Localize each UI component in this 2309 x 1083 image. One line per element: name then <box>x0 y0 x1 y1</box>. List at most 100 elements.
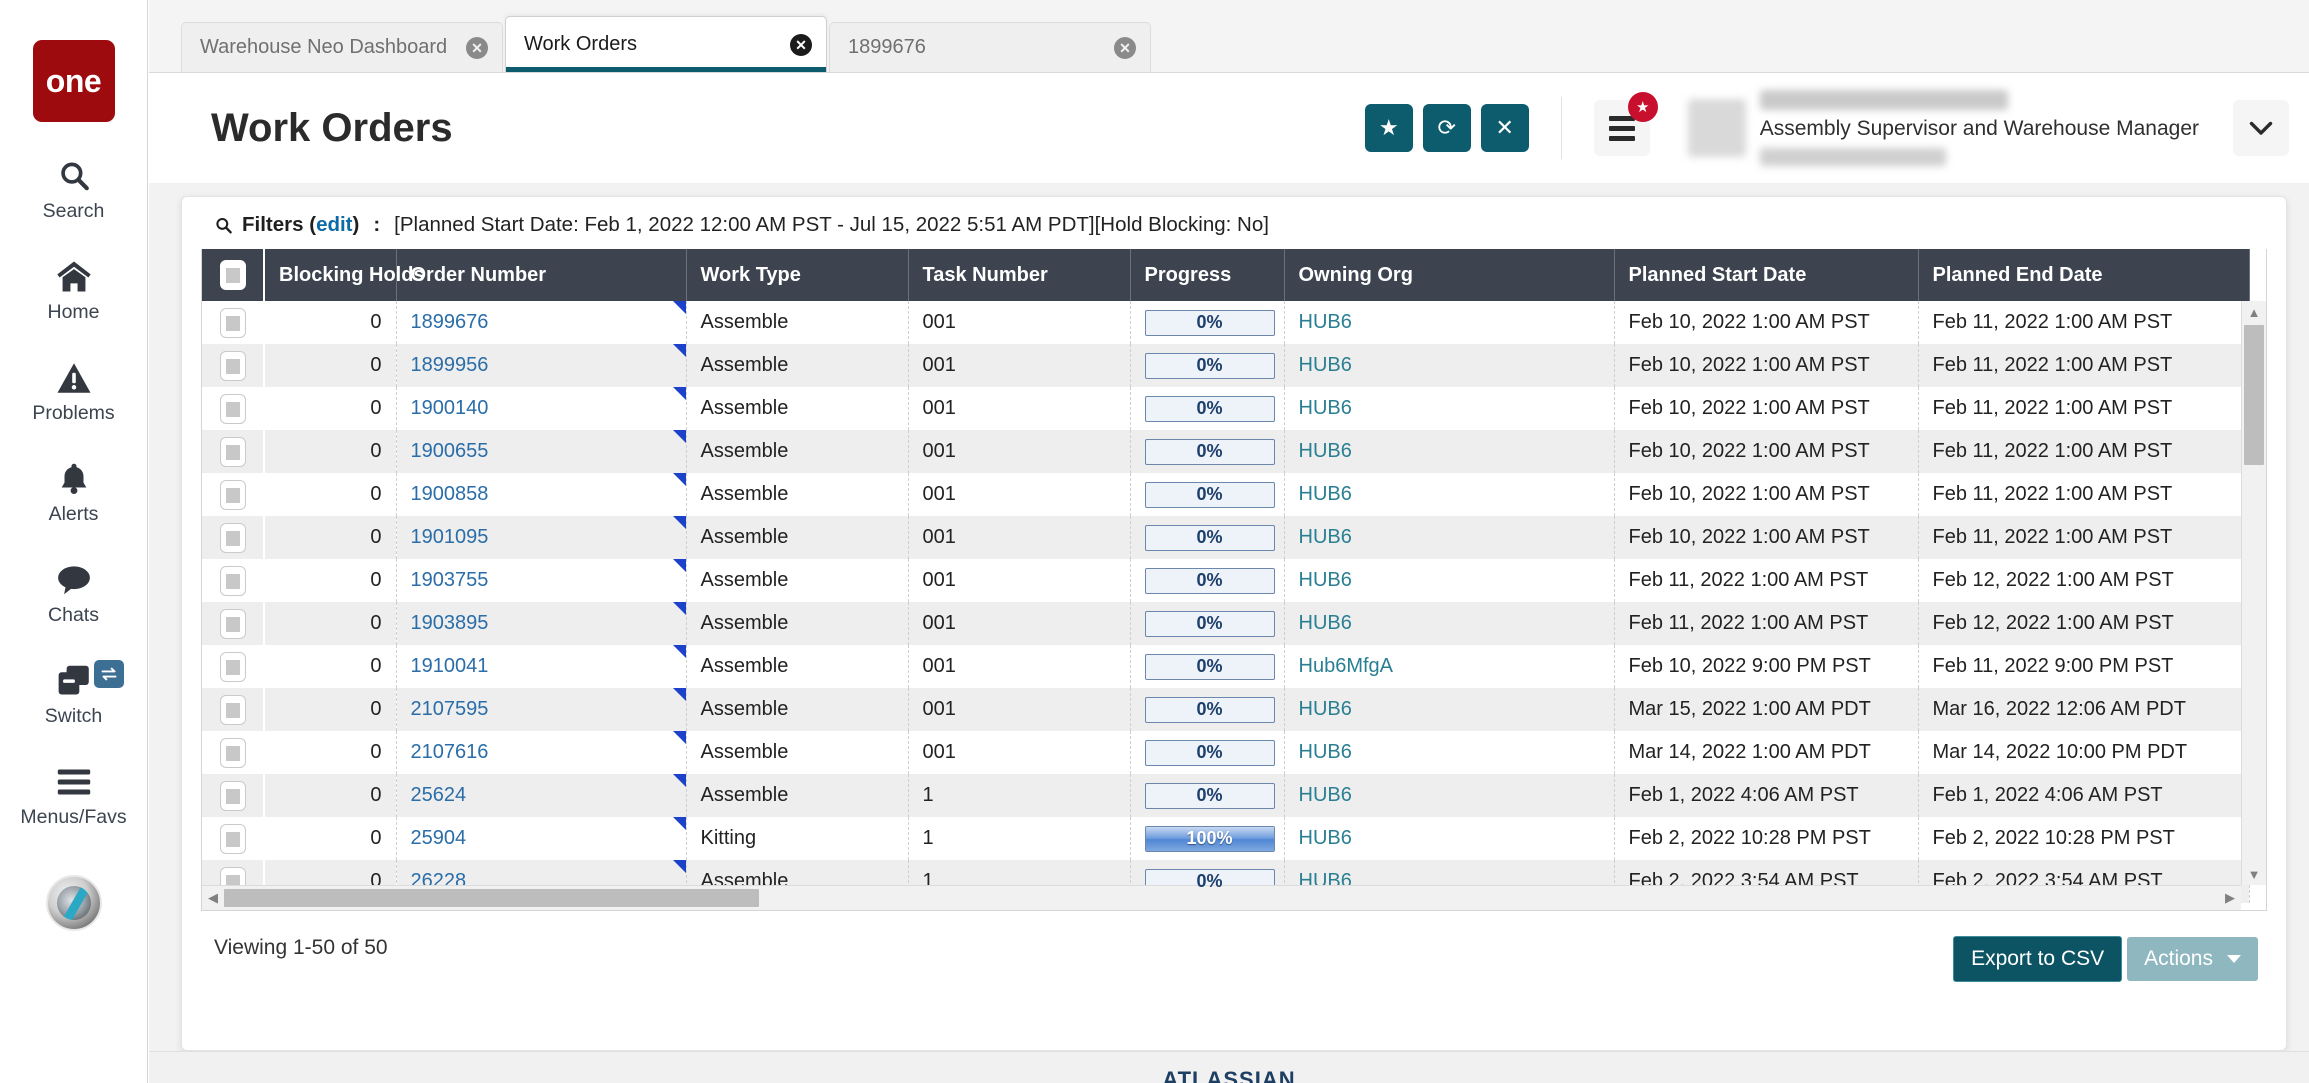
column-header-planned-start-date[interactable]: Planned Start Date <box>1614 249 1918 301</box>
row-checkbox[interactable] <box>220 308 246 338</box>
table-row[interactable]: 02107616Assemble0010%HUB6Mar 14, 2022 1:… <box>202 731 2249 774</box>
row-checkbox[interactable] <box>220 480 246 510</box>
swap-arrows-icon[interactable] <box>94 660 124 688</box>
cell-owning-org[interactable]: HUB6 <box>1284 430 1614 473</box>
cell-owning-org[interactable]: HUB6 <box>1284 602 1614 645</box>
close-circle-icon[interactable]: ✕ <box>466 37 488 59</box>
favorite-button[interactable]: ★ <box>1365 104 1413 152</box>
row-checkbox[interactable] <box>220 738 246 768</box>
row-checkbox-cell[interactable] <box>202 731 264 774</box>
row-checkbox-cell[interactable] <box>202 817 264 860</box>
table-row[interactable]: 01900655Assemble0010%HUB6Feb 10, 2022 1:… <box>202 430 2249 473</box>
user-profile[interactable]: Assembly Supervisor and Warehouse Manage… <box>1688 90 2295 166</box>
owning-org-link[interactable]: HUB6 <box>1299 397 1352 419</box>
select-all-header[interactable] <box>202 249 264 301</box>
row-checkbox-cell[interactable] <box>202 516 264 559</box>
cell-order-number[interactable]: 25624 <box>396 774 686 817</box>
cell-owning-org[interactable]: HUB6 <box>1284 817 1614 860</box>
export-to-csv-button[interactable]: Export to CSV <box>1953 936 2122 982</box>
robot-avatar-icon[interactable] <box>46 875 102 931</box>
table-row[interactable]: 01910041Assemble0010%Hub6MfgAFeb 10, 202… <box>202 645 2249 688</box>
menu-button[interactable]: ★ <box>1594 100 1650 156</box>
cell-owning-org[interactable]: HUB6 <box>1284 516 1614 559</box>
row-checkbox[interactable] <box>220 437 246 467</box>
order-number-link[interactable]: 1910041 <box>411 655 489 677</box>
owning-org-link[interactable]: HUB6 <box>1299 698 1352 720</box>
cell-order-number[interactable]: 1903755 <box>396 559 686 602</box>
scroll-up-icon[interactable]: ▲ <box>2242 301 2266 323</box>
row-checkbox[interactable] <box>220 652 246 682</box>
cell-order-number[interactable]: 1901095 <box>396 516 686 559</box>
scroll-down-icon[interactable]: ▼ <box>2242 863 2266 885</box>
tab-1899676[interactable]: 1899676 ✕ <box>829 22 1151 72</box>
order-number-link[interactable]: 1899956 <box>411 354 489 376</box>
owning-org-link[interactable]: HUB6 <box>1299 354 1352 376</box>
cell-owning-org[interactable]: HUB6 <box>1284 301 1614 344</box>
row-checkbox[interactable] <box>220 781 246 811</box>
owning-org-link[interactable]: HUB6 <box>1299 784 1352 806</box>
row-checkbox[interactable] <box>220 695 246 725</box>
sidebar-item-menus-favs[interactable]: Menus/Favs <box>0 761 148 829</box>
cell-order-number[interactable]: 1900655 <box>396 430 686 473</box>
cell-owning-org[interactable]: HUB6 <box>1284 731 1614 774</box>
tab-work-orders[interactable]: Work Orders ✕ <box>505 16 827 72</box>
sidebar-item-search[interactable]: Search <box>0 155 148 223</box>
owning-org-link[interactable]: HUB6 <box>1299 827 1352 849</box>
owning-org-link[interactable]: HUB6 <box>1299 741 1352 763</box>
column-header-order-number[interactable]: Order Number <box>396 249 686 301</box>
owning-org-link[interactable]: HUB6 <box>1299 440 1352 462</box>
table-row[interactable]: 01900140Assemble0010%HUB6Feb 10, 2022 1:… <box>202 387 2249 430</box>
actions-button[interactable]: Actions <box>2127 937 2258 981</box>
row-checkbox-cell[interactable] <box>202 774 264 817</box>
order-number-link[interactable]: 1903755 <box>411 569 489 591</box>
row-checkbox[interactable] <box>220 523 246 553</box>
select-all-checkbox[interactable] <box>220 260 246 290</box>
cell-owning-org[interactable]: HUB6 <box>1284 387 1614 430</box>
column-header-work-type[interactable]: Work Type <box>686 249 908 301</box>
order-number-link[interactable]: 25904 <box>411 827 467 849</box>
vertical-scroll-thumb[interactable] <box>2244 325 2264 465</box>
row-checkbox-cell[interactable] <box>202 430 264 473</box>
cell-order-number[interactable]: 2107595 <box>396 688 686 731</box>
cell-owning-org[interactable]: HUB6 <box>1284 774 1614 817</box>
table-row[interactable]: 025624Assemble10%HUB6Feb 1, 2022 4:06 AM… <box>202 774 2249 817</box>
row-checkbox-cell[interactable] <box>202 344 264 387</box>
close-circle-icon[interactable]: ✕ <box>790 34 812 56</box>
table-row[interactable]: 025904Kitting1100%HUB6Feb 2, 2022 10:28 … <box>202 817 2249 860</box>
owning-org-link[interactable]: HUB6 <box>1299 526 1352 548</box>
order-number-link[interactable]: 1901095 <box>411 526 489 548</box>
close-circle-icon[interactable]: ✕ <box>1114 37 1136 59</box>
order-number-link[interactable]: 1900140 <box>411 397 489 419</box>
cell-order-number[interactable]: 1900140 <box>396 387 686 430</box>
table-row[interactable]: 01900858Assemble0010%HUB6Feb 10, 2022 1:… <box>202 473 2249 516</box>
row-checkbox-cell[interactable] <box>202 387 264 430</box>
sidebar-item-home[interactable]: Home <box>0 256 148 324</box>
row-checkbox-cell[interactable] <box>202 688 264 731</box>
row-checkbox[interactable] <box>220 824 246 854</box>
cell-owning-org[interactable]: HUB6 <box>1284 344 1614 387</box>
column-header-task-number[interactable]: Task Number <box>908 249 1130 301</box>
order-number-link[interactable]: 2107616 <box>411 741 489 763</box>
column-header-planned-end-date[interactable]: Planned End Date <box>1918 249 2249 301</box>
close-button[interactable]: ✕ <box>1481 104 1529 152</box>
column-header-owning-org[interactable]: Owning Org <box>1284 249 1614 301</box>
row-checkbox-cell[interactable] <box>202 301 264 344</box>
sidebar-item-switch[interactable]: Switch <box>0 660 148 728</box>
row-checkbox-cell[interactable] <box>202 473 264 516</box>
chevron-down-icon[interactable] <box>2233 100 2289 156</box>
table-row[interactable]: 01899676Assemble0010%HUB6Feb 10, 2022 1:… <box>202 301 2249 344</box>
refresh-button[interactable]: ⟳ <box>1423 104 1471 152</box>
cell-owning-org[interactable]: Hub6MfgA <box>1284 645 1614 688</box>
cell-order-number[interactable]: 1910041 <box>396 645 686 688</box>
row-checkbox-cell[interactable] <box>202 645 264 688</box>
cell-order-number[interactable]: 1900858 <box>396 473 686 516</box>
sidebar-item-alerts[interactable]: Alerts <box>0 458 148 526</box>
filters-edit-link[interactable]: edit <box>316 213 352 237</box>
column-header-blocking-holds[interactable]: Blocking Holds <box>264 249 396 301</box>
cell-owning-org[interactable]: HUB6 <box>1284 688 1614 731</box>
row-checkbox[interactable] <box>220 351 246 381</box>
order-number-link[interactable]: 1900858 <box>411 483 489 505</box>
column-header-progress[interactable]: Progress <box>1130 249 1284 301</box>
table-row[interactable]: 02107595Assemble0010%HUB6Mar 15, 2022 1:… <box>202 688 2249 731</box>
owning-org-link[interactable]: HUB6 <box>1299 612 1352 634</box>
